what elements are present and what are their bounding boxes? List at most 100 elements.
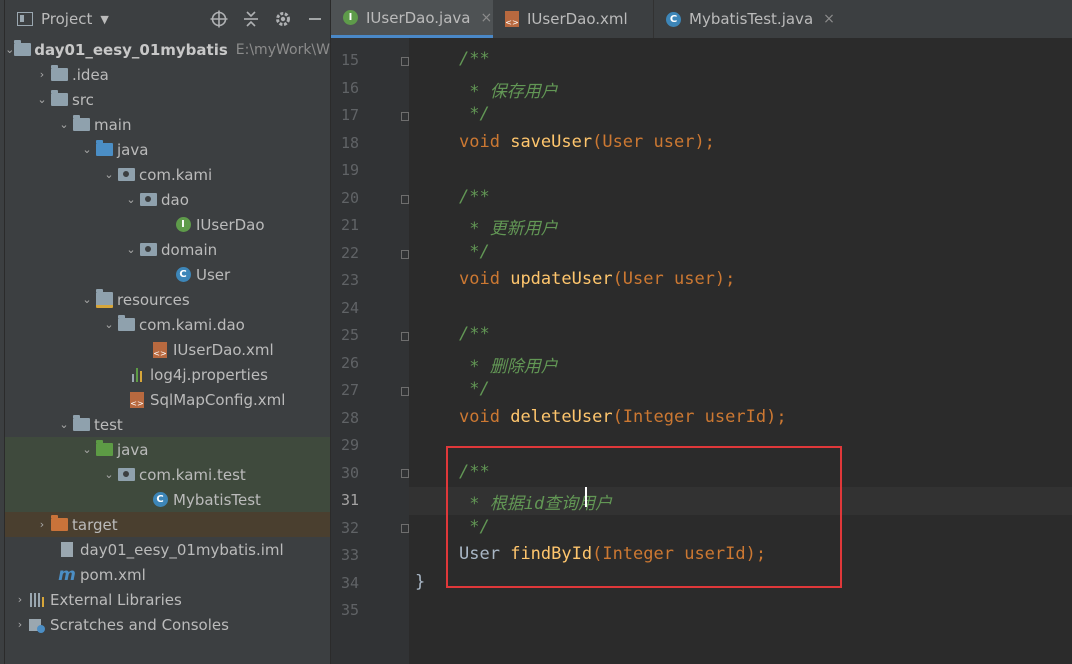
tree-item-scratches[interactable]: › Scratches and Consoles	[5, 612, 330, 637]
tree-item-dao[interactable]: ⌄ dao	[5, 187, 330, 212]
package-icon	[138, 242, 158, 258]
tree-item-sqlmapconfig[interactable]: <> SqlMapConfig.xml	[5, 387, 330, 412]
fold-marker-icon[interactable]	[401, 57, 409, 66]
test-class-icon: C	[150, 492, 170, 508]
tree-item-iuserdao[interactable]: I IUserDao	[5, 212, 330, 237]
chevron-down-icon[interactable]: ⌄	[80, 443, 94, 456]
code-params: (Integer userId);	[612, 406, 787, 427]
source-folder-icon	[94, 140, 114, 158]
tree-item-label: SqlMapConfig.xml	[150, 390, 286, 409]
chevron-down-icon[interactable]: ⌄	[57, 418, 71, 431]
tree-item-iml[interactable]: day01_eesy_01mybatis.iml	[5, 537, 330, 562]
line-number: 24	[340, 298, 359, 317]
line-number: 17	[340, 106, 359, 124]
code-editor[interactable]: 14 15 16 17 18 19 20 21 22 23 24 25 26 2…	[331, 38, 1072, 664]
tree-item-com-kami-dao[interactable]: ⌄ com.kami.dao	[5, 312, 330, 337]
gear-icon[interactable]	[274, 10, 292, 28]
tab-label: MybatisTest.java	[689, 10, 814, 28]
target-icon[interactable]	[210, 10, 228, 28]
tree-item-project-root[interactable]: ⌄ day01_eesy_01mybatis E:\myWork\W	[5, 37, 330, 62]
project-view-selector[interactable]: Project	[41, 10, 92, 28]
collapse-icon[interactable]	[242, 10, 260, 28]
tree-item-iuserdao-xml[interactable]: <> IUserDao.xml	[5, 337, 330, 362]
code-keyword: void	[459, 269, 500, 289]
line-number: 31	[340, 491, 359, 509]
tree-item-label: resources	[117, 290, 190, 309]
tree-item-com-kami-test[interactable]: ⌄ com.kami.test	[5, 462, 330, 487]
tree-item-user[interactable]: C User	[5, 262, 330, 287]
project-panel-header: Project ▼	[5, 0, 330, 38]
chevron-down-icon[interactable]: ⌄	[124, 243, 138, 256]
chevron-down-icon[interactable]: ▼	[100, 13, 108, 26]
fold-marker-icon[interactable]	[401, 112, 409, 121]
chevron-right-icon[interactable]: ›	[13, 593, 27, 606]
line-number: 28	[340, 408, 359, 427]
libraries-icon	[27, 592, 47, 608]
chevron-down-icon[interactable]: ⌄	[124, 193, 138, 206]
chevron-down-icon[interactable]: ⌄	[80, 293, 94, 306]
chevron-down-icon[interactable]: ⌄	[102, 318, 116, 331]
tree-item-pom[interactable]: m pom.xml	[5, 562, 330, 587]
tree-item-test[interactable]: ⌄ test	[5, 412, 330, 437]
fold-marker-icon[interactable]	[401, 524, 409, 533]
tree-item-label: java	[117, 440, 149, 459]
code-line: /**	[459, 324, 490, 344]
tab-iuserdao-xml[interactable]: <> IUserDao.xml	[493, 0, 653, 38]
line-number: 21	[340, 216, 359, 234]
tree-item-label: External Libraries	[50, 590, 182, 609]
line-number-gutter	[331, 38, 409, 664]
fold-marker-icon[interactable]	[401, 250, 409, 259]
tab-label: IUserDao.xml	[527, 10, 628, 28]
code-line: * 删除用户	[459, 356, 558, 377]
chevron-down-icon[interactable]: ⌄	[35, 93, 49, 106]
tree-item-external-libraries[interactable]: › External Libraries	[5, 587, 330, 612]
tree-item-main-java[interactable]: ⌄ java	[5, 137, 330, 162]
tree-item-target[interactable]: › target	[5, 512, 330, 537]
tree-item-com-kami[interactable]: ⌄ com.kami	[5, 162, 330, 187]
scratches-icon	[27, 617, 47, 633]
fold-marker-icon[interactable]	[401, 387, 409, 396]
test-class-icon: C	[666, 11, 681, 27]
line-number: 34	[340, 573, 359, 592]
close-icon[interactable]: ×	[480, 10, 492, 26]
project-icon	[17, 12, 33, 26]
code-line: */	[459, 104, 490, 124]
chevron-right-icon[interactable]: ›	[13, 618, 27, 631]
class-icon: C	[173, 267, 193, 283]
chevron-down-icon[interactable]: ⌄	[102, 468, 116, 481]
fold-marker-icon[interactable]	[401, 195, 409, 204]
tree-item-label: day01_eesy_01mybatis	[34, 40, 228, 59]
tree-item-label: Scratches and Consoles	[50, 615, 229, 634]
chevron-down-icon[interactable]: ⌄	[80, 143, 94, 156]
chevron-down-icon[interactable]: ⌄	[5, 43, 14, 56]
tree-item-log4j[interactable]: log4j.properties	[5, 362, 330, 387]
tree-item-mybatistest[interactable]: C MybatisTest	[5, 487, 330, 512]
tree-item-src[interactable]: ⌄ src	[5, 87, 330, 112]
fold-marker-icon[interactable]	[401, 332, 409, 341]
tree-item-main[interactable]: ⌄ main	[5, 112, 330, 137]
module-folder-icon	[14, 40, 32, 58]
tree-item-label: target	[72, 515, 118, 534]
folder-icon	[49, 90, 69, 108]
code-line: * 更新用户	[459, 219, 558, 239]
fold-marker-icon[interactable]	[401, 469, 409, 478]
tab-mybatistest-java[interactable]: C MybatisTest.java ×	[653, 0, 839, 38]
tree-item-idea[interactable]: › .idea	[5, 62, 330, 87]
chevron-down-icon[interactable]: ⌄	[102, 168, 116, 181]
chevron-down-icon[interactable]: ⌄	[57, 118, 71, 131]
folder-icon	[71, 415, 91, 433]
chevron-right-icon[interactable]: ›	[35, 68, 49, 81]
tree-item-label: IUserDao	[196, 215, 265, 234]
project-path: E:\myWork\W	[235, 41, 330, 58]
chevron-right-icon[interactable]: ›	[35, 518, 49, 531]
tree-item-test-java[interactable]: ⌄ java	[5, 437, 330, 462]
line-number: 35	[340, 601, 359, 619]
line-number: 15	[340, 51, 359, 69]
tree-item-resources[interactable]: ⌄ resources	[5, 287, 330, 312]
tab-label: IUserDao.java	[366, 8, 471, 27]
tree-item-domain[interactable]: ⌄ domain	[5, 237, 330, 262]
minimize-icon[interactable]	[306, 10, 324, 28]
editor-tab-bar: I IUserDao.java × <> IUserDao.xml C Myba…	[331, 0, 1072, 39]
close-icon[interactable]: ×	[823, 11, 835, 27]
tab-iuserdao-java[interactable]: I IUserDao.java ×	[331, 0, 493, 38]
